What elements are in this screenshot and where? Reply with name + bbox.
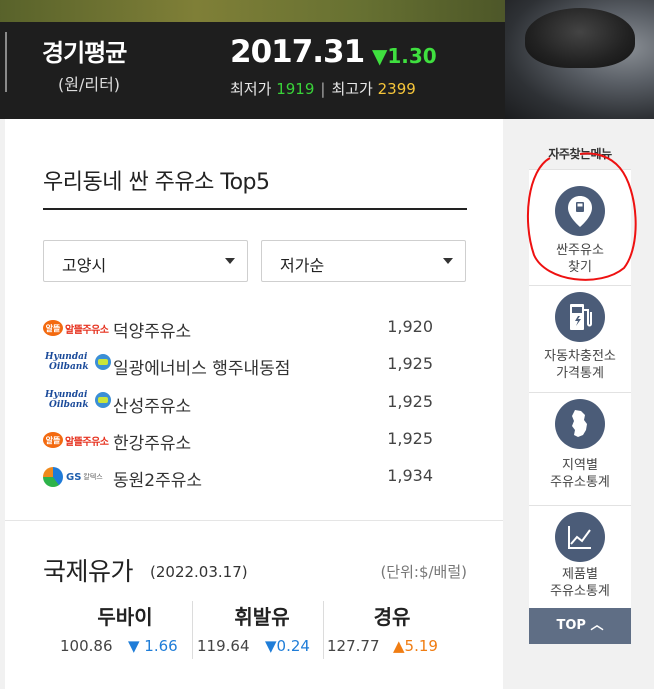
station-row[interactable]: 알뜰 알뜰주유소 덕양주유소 1,920 [43, 315, 433, 342]
station-name[interactable]: 동원2주유소 [113, 466, 202, 491]
quick-menu: 자주찾는메뉴 싼주유소 찾기 자동차충전소 가격통계 지역별 주유소통계 제품별… [529, 145, 631, 645]
station-name[interactable]: 덕양주유소 [113, 317, 191, 342]
oil-name: 휘발유 [234, 605, 290, 629]
oil-price: 119.64 [197, 637, 250, 655]
oil-diesel: 경유 127.77 ▲5.19 [327, 601, 457, 661]
station-row[interactable]: 알뜰 알뜰주유소 한강주유소 1,925 [43, 427, 433, 454]
oil-gasoline: 휘발유 119.64 ▼0.24 [197, 601, 327, 661]
chevron-down-icon [443, 258, 453, 264]
oil-name: 경유 [373, 605, 411, 629]
quick-menu-regional-stats[interactable]: 지역별 주유소통계 [529, 392, 631, 505]
price-unit: (원/리터) [58, 75, 121, 94]
header-divider [5, 32, 7, 92]
intl-oil-title: 국제유가 [43, 557, 134, 586]
average-price: 2017.31 [230, 34, 365, 70]
quick-menu-cheap-station[interactable]: 싼주유소 찾기 [529, 169, 631, 285]
chevron-down-icon [225, 258, 235, 264]
region-title: 경기평균 [42, 39, 127, 67]
intl-oil-date: (2022.03.17) [150, 563, 248, 581]
station-price: 1,925 [387, 429, 433, 448]
price-header: 경기평균 (원/리터) 2017.31 ▼1.30 최저가 1919 | 최고가 2… [0, 0, 654, 119]
hyundai-oilbank-logo-icon: Hyundai Oilbank [43, 352, 115, 375]
intl-oil-unit: (단위:$/배럴) [380, 563, 467, 581]
hyundai-oilbank-logo-icon: Hyundai Oilbank [43, 390, 115, 413]
max-price-value: 2399 [377, 80, 416, 98]
section-divider [5, 520, 503, 521]
sort-select-value: 저가순 [280, 256, 325, 275]
altteul-logo-icon: 알뜰 알뜰주유소 [43, 318, 115, 338]
chevron-up-icon: ︿ [590, 618, 604, 633]
station-row[interactable]: Hyundai Oilbank 산성주유소 1,925 [43, 390, 433, 417]
oil-dubai: 두바이 100.86 ▼ 1.66 [55, 601, 195, 661]
korea-map-icon [555, 399, 605, 449]
oil-price: 127.77 [327, 637, 380, 655]
fuel-pin-icon [555, 186, 605, 236]
station-row[interactable]: Hyundai Oilbank 일광에너비스 행주내동점 1,925 [43, 352, 433, 379]
oil-name: 두바이 [97, 605, 153, 629]
quick-menu-label: 자동차충전소 가격통계 [544, 349, 616, 381]
station-price: 1,920 [387, 317, 433, 336]
quick-menu-charging-stats[interactable]: 자동차충전소 가격통계 [529, 285, 631, 392]
station-name[interactable]: 한강주유소 [113, 429, 191, 454]
station-price: 1,925 [387, 392, 433, 411]
city-select[interactable]: 고양시 [43, 240, 248, 282]
header-car-photo [505, 0, 654, 119]
charging-station-icon [555, 292, 605, 342]
main-panel: 우리동네 싼 주유소 Top5 고양시 저가순 알뜰 알뜰주유소 덕양주유소 1,… [5, 119, 503, 689]
top-button[interactable]: TOP ︿ [529, 608, 631, 644]
oil-price: 100.86 [60, 637, 113, 655]
station-price: 1,925 [387, 354, 433, 373]
oil-change: ▲5.19 [393, 637, 438, 655]
oil-divider [192, 601, 193, 659]
gs-caltex-logo-icon: GS 칼텍스 [43, 467, 115, 487]
top5-divider [43, 208, 467, 210]
oil-divider [323, 601, 324, 659]
oil-change: ▼ 1.66 [128, 637, 178, 655]
altteul-logo-icon: 알뜰 알뜰주유소 [43, 430, 115, 450]
station-name[interactable]: 산성주유소 [113, 392, 191, 417]
line-chart-icon [555, 512, 605, 562]
price-change: ▼1.30 [372, 44, 437, 68]
quick-menu-product-stats[interactable]: 제품별 주유소통계 [529, 505, 631, 608]
quick-menu-label: 제품별 주유소통계 [550, 567, 610, 599]
min-price-value: 1919 [276, 80, 315, 98]
city-select-value: 고양시 [62, 256, 107, 275]
station-price: 1,934 [387, 466, 433, 485]
station-row[interactable]: GS 칼텍스 동원2주유소 1,934 [43, 464, 433, 491]
top5-title: 우리동네 싼 주유소 Top5 [43, 170, 270, 195]
min-price-label: 최저가 [230, 80, 272, 98]
sort-select[interactable]: 저가순 [261, 240, 466, 282]
station-name[interactable]: 일광에너비스 행주내동점 [113, 354, 290, 379]
max-price-label: 최고가 [331, 80, 373, 98]
min-max-prices: 최저가 1919 | 최고가 2399 [230, 80, 416, 98]
oil-change: ▼0.24 [265, 637, 310, 655]
quick-menu-label: 지역별 주유소통계 [550, 458, 610, 490]
quick-menu-heading: 자주찾는메뉴 [548, 147, 612, 161]
quick-menu-label: 싼주유소 찾기 [556, 243, 604, 275]
